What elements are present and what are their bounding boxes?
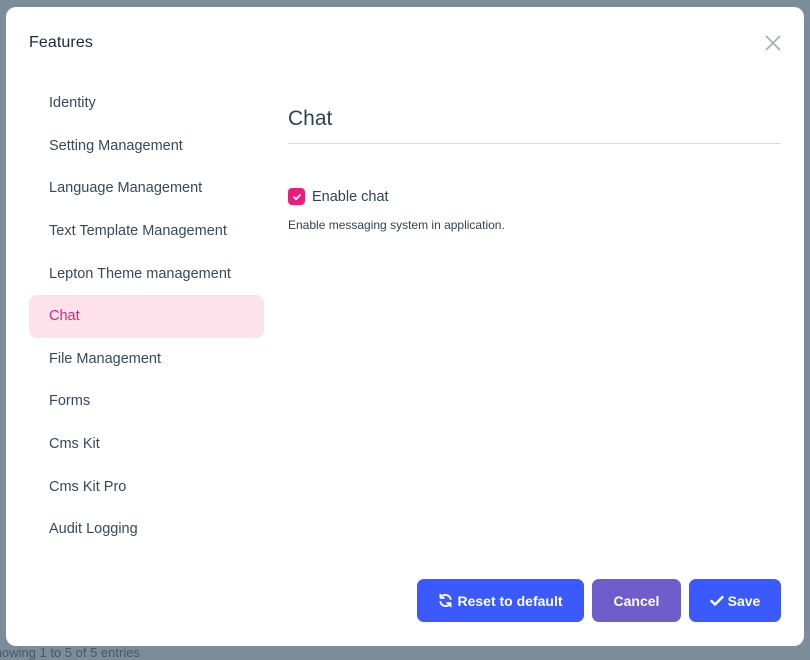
sync-icon bbox=[439, 593, 453, 608]
sidebar-item-language-management[interactable]: Language Management bbox=[29, 167, 264, 210]
feature-description: Enable messaging system in application. bbox=[288, 218, 505, 232]
sidebar-item-label: Cms Kit Pro bbox=[49, 478, 127, 495]
close-icon bbox=[765, 35, 781, 51]
sidebar-item-setting-management[interactable]: Setting Management bbox=[29, 125, 264, 168]
sidebar-item-text-template-management[interactable]: Text Template Management bbox=[29, 210, 264, 253]
sidebar-item-identity[interactable]: Identity bbox=[29, 82, 264, 125]
sidebar-item-label: Text Template Management bbox=[49, 223, 227, 240]
enable-chat-label: Enable chat bbox=[312, 188, 389, 205]
sidebar-item-cms-kit-pro[interactable]: Cms Kit Pro bbox=[29, 465, 264, 508]
sidebar-item-label: Forms bbox=[49, 393, 91, 410]
modal-footer: Reset to default Cancel Save bbox=[417, 579, 781, 622]
modal-title: Features bbox=[29, 34, 93, 51]
sidebar-item-label: Lepton Theme management bbox=[49, 265, 231, 282]
sidebar-item-forms[interactable]: Forms bbox=[29, 380, 264, 423]
enable-chat-toggle[interactable]: Enable chat bbox=[288, 188, 781, 205]
sidebar-item-audit-logging[interactable]: Audit Logging bbox=[29, 508, 264, 551]
enable-chat-checkbox[interactable] bbox=[288, 188, 305, 205]
sidebar-item-label: File Management bbox=[49, 350, 162, 367]
close-button[interactable] bbox=[763, 33, 783, 53]
save-label: Save bbox=[727, 592, 761, 609]
features-sidebar: Identity Setting Management Language Man… bbox=[29, 82, 264, 551]
sidebar-item-label: Identity bbox=[49, 95, 96, 112]
reset-to-default-button[interactable]: Reset to default bbox=[417, 579, 584, 622]
save-button[interactable]: Save bbox=[689, 579, 781, 622]
section-title: Chat bbox=[288, 102, 781, 144]
sidebar-item-label: Audit Logging bbox=[49, 521, 138, 538]
sidebar-item-lepton-theme-management[interactable]: Lepton Theme management bbox=[29, 252, 264, 295]
feature-content: Chat Enable chat Enable messaging system… bbox=[288, 102, 781, 232]
reset-label: Reset to default bbox=[457, 592, 563, 609]
sidebar-item-label: Cms Kit bbox=[49, 436, 100, 453]
sidebar-item-chat[interactable]: Chat bbox=[29, 294, 264, 338]
sidebar-item-label: Chat bbox=[49, 308, 80, 325]
features-modal: Features Identity Setting Management Lan… bbox=[6, 7, 804, 646]
cancel-button[interactable]: Cancel bbox=[592, 579, 681, 622]
sidebar-item-file-management[interactable]: File Management bbox=[29, 338, 264, 381]
cancel-label: Cancel bbox=[613, 592, 660, 609]
checkmark-icon bbox=[292, 193, 301, 200]
entries-info: Showing 1 to 5 of 5 entries bbox=[0, 645, 140, 660]
sidebar-item-cms-kit[interactable]: Cms Kit bbox=[29, 423, 264, 466]
sidebar-item-label: Language Management bbox=[49, 180, 203, 197]
check-icon bbox=[709, 595, 724, 606]
sidebar-item-label: Setting Management bbox=[49, 137, 183, 154]
